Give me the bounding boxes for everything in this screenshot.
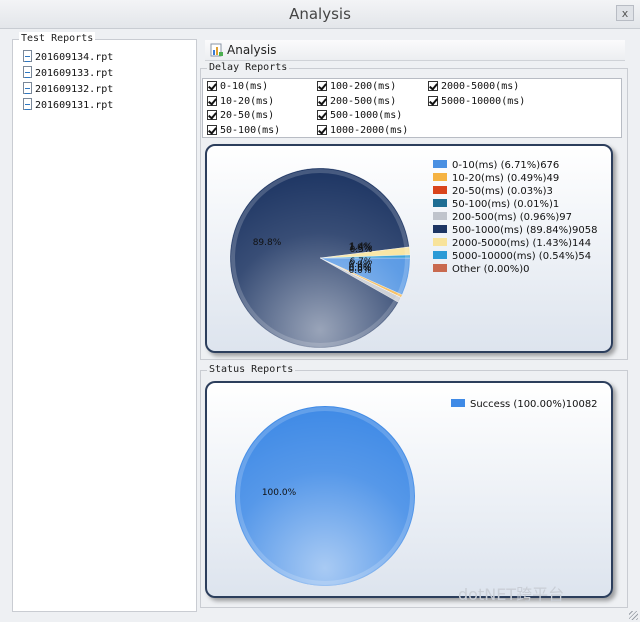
legend-label: 200-500(ms) (0.96%)97: [452, 212, 573, 223]
checkbox-box: [317, 110, 327, 120]
status-chart-panel: 100.0% Success (100.00%)10082: [205, 381, 613, 598]
checkbox-box: [207, 110, 217, 120]
checkbox-box: [428, 81, 438, 91]
close-button[interactable]: x: [616, 5, 634, 21]
checkbox-label: 2000-5000(ms): [441, 81, 520, 92]
legend-swatch: [433, 199, 447, 207]
checkbox-label: 200-500(ms): [330, 95, 397, 107]
legend-swatch: [433, 212, 447, 220]
pie-data-label: 100.0%: [262, 488, 297, 498]
checkbox-label: 100-200(ms): [330, 81, 397, 92]
legend-swatch: [433, 251, 447, 259]
delay-filter-checkbox[interactable]: 1000-2000(ms): [317, 124, 408, 138]
checkbox-box: [207, 124, 217, 135]
legend-item: 5000-10000(ms) (0.54%)54: [433, 250, 597, 263]
file-item[interactable]: 201609132.rpt: [23, 82, 113, 97]
checkbox-label: 1000-2000(ms): [330, 124, 409, 136]
legend-swatch: [433, 160, 447, 168]
tab-analysis-label: Analysis: [227, 43, 277, 57]
legend-swatch: [433, 225, 447, 233]
legend-item: 500-1000(ms) (89.84%)9058: [433, 224, 597, 237]
delay-filter-checkbox[interactable]: 5000-10000(ms): [428, 95, 525, 109]
legend-item: 50-100(ms) (0.01%)1: [433, 198, 597, 211]
tab-analysis[interactable]: Analysis: [205, 40, 625, 61]
delay-filter-checkbox[interactable]: 2000-5000(ms): [428, 80, 519, 94]
legend-label: 50-100(ms) (0.01%)1: [452, 199, 560, 210]
legend-label: 5000-10000(ms) (0.54%)54: [452, 251, 592, 262]
checkbox-box: [317, 95, 327, 106]
legend-item: 200-500(ms) (0.96%)97: [433, 211, 597, 224]
status-pie-chart: 100.0%: [235, 406, 415, 586]
file-name: 201609131.rpt: [35, 100, 114, 111]
checkbox-label: 10-20(ms): [220, 95, 275, 107]
file-icon: [23, 66, 32, 78]
chart-icon: [210, 43, 223, 57]
pie-shading: [230, 168, 410, 348]
file-name: 201609132.rpt: [35, 84, 114, 95]
delay-filter-checkbox[interactable]: 200-500(ms): [317, 95, 396, 109]
delay-filter-checkbox[interactable]: 500-1000(ms): [317, 109, 402, 123]
legend-label: 2000-5000(ms) (1.43%)144: [452, 238, 592, 249]
delay-filter-panel: 0-10(ms) 10-20(ms) 20-50(ms) 50-100(ms) 100-…: [202, 78, 622, 138]
window-title: Analysis: [289, 5, 351, 23]
checkbox-label: 50-100(ms): [220, 124, 281, 136]
checkbox-box: [428, 95, 438, 106]
checkbox-box: [207, 95, 217, 106]
file-icon: [23, 82, 32, 94]
legend-label: Success (100.00%)10082: [470, 399, 598, 410]
file-icon: [23, 98, 32, 110]
checkbox-label: 5000-10000(ms): [441, 95, 526, 107]
delay-filter-checkbox[interactable]: 50-100(ms): [207, 124, 280, 138]
file-name: 201609134.rpt: [35, 52, 114, 63]
pie-data-label: 89.8%: [253, 238, 282, 248]
legend-item: Other (0.00%)0: [433, 263, 597, 276]
file-item[interactable]: 201609134.rpt: [23, 50, 113, 65]
legend-item: 0-10(ms) (6.71%)676: [433, 159, 597, 172]
pie-data-label: 1.4%: [350, 242, 373, 252]
delay-filter-checkbox[interactable]: 20-50(ms): [207, 109, 274, 123]
legend-swatch: [433, 173, 447, 181]
legend-label: 20-50(ms) (0.03%)3: [452, 186, 553, 197]
test-reports-panel: Test Reports 201609134.rpt 201609133.rpt 2…: [12, 32, 197, 612]
status-legend: Success (100.00%)10082: [451, 398, 598, 411]
checkbox-label: 500-1000(ms): [330, 110, 403, 121]
pie-data-label: 0.0%: [349, 263, 372, 273]
checkbox-box: [207, 81, 217, 91]
legend-label: 0-10(ms) (6.71%)676: [452, 160, 560, 171]
title-bar: Analysis x: [0, 0, 640, 29]
delay-filter-checkbox[interactable]: 100-200(ms): [317, 80, 396, 94]
legend-swatch: [433, 238, 447, 246]
resize-grip[interactable]: [629, 611, 638, 620]
legend-item: Success (100.00%)10082: [451, 398, 598, 411]
file-item[interactable]: 201609133.rpt: [23, 66, 113, 81]
legend-item: 10-20(ms) (0.49%)49: [433, 172, 597, 185]
delay-reports-title: Delay Reports: [207, 61, 290, 75]
watermark: dotNET跨平台: [458, 585, 565, 604]
delay-filter-checkbox[interactable]: 10-20(ms): [207, 95, 274, 109]
legend-swatch: [433, 186, 447, 194]
legend-swatch: [451, 399, 465, 407]
legend-item: 2000-5000(ms) (1.43%)144: [433, 237, 597, 250]
status-reports-title: Status Reports: [207, 363, 296, 377]
file-icon: [23, 50, 32, 62]
legend-label: Other (0.00%)0: [452, 264, 530, 275]
delay-chart-panel: 6.7% 0.5% 0.0% 0.0% 1.0% 89.8% 1.4% 0.5% 0.0% 0-…: [205, 144, 613, 353]
file-name: 201609133.rpt: [35, 68, 114, 79]
checkbox-box: [317, 124, 327, 135]
checkbox-label: 0-10(ms): [220, 81, 269, 92]
delay-legend: 0-10(ms) (6.71%)676 10-20(ms) (0.49%)49 20…: [433, 159, 597, 276]
legend-label: 10-20(ms) (0.49%)49: [452, 173, 560, 184]
legend-label: 500-1000(ms) (89.84%)9058: [452, 225, 598, 236]
test-reports-title: Test Reports: [19, 32, 96, 46]
file-item[interactable]: 201609131.rpt: [23, 98, 113, 113]
checkbox-box: [317, 81, 327, 91]
legend-swatch: [433, 264, 447, 272]
checkbox-label: 20-50(ms): [220, 110, 275, 121]
legend-item: 20-50(ms) (0.03%)3: [433, 185, 597, 198]
delay-filter-checkbox[interactable]: 0-10(ms): [207, 80, 268, 94]
